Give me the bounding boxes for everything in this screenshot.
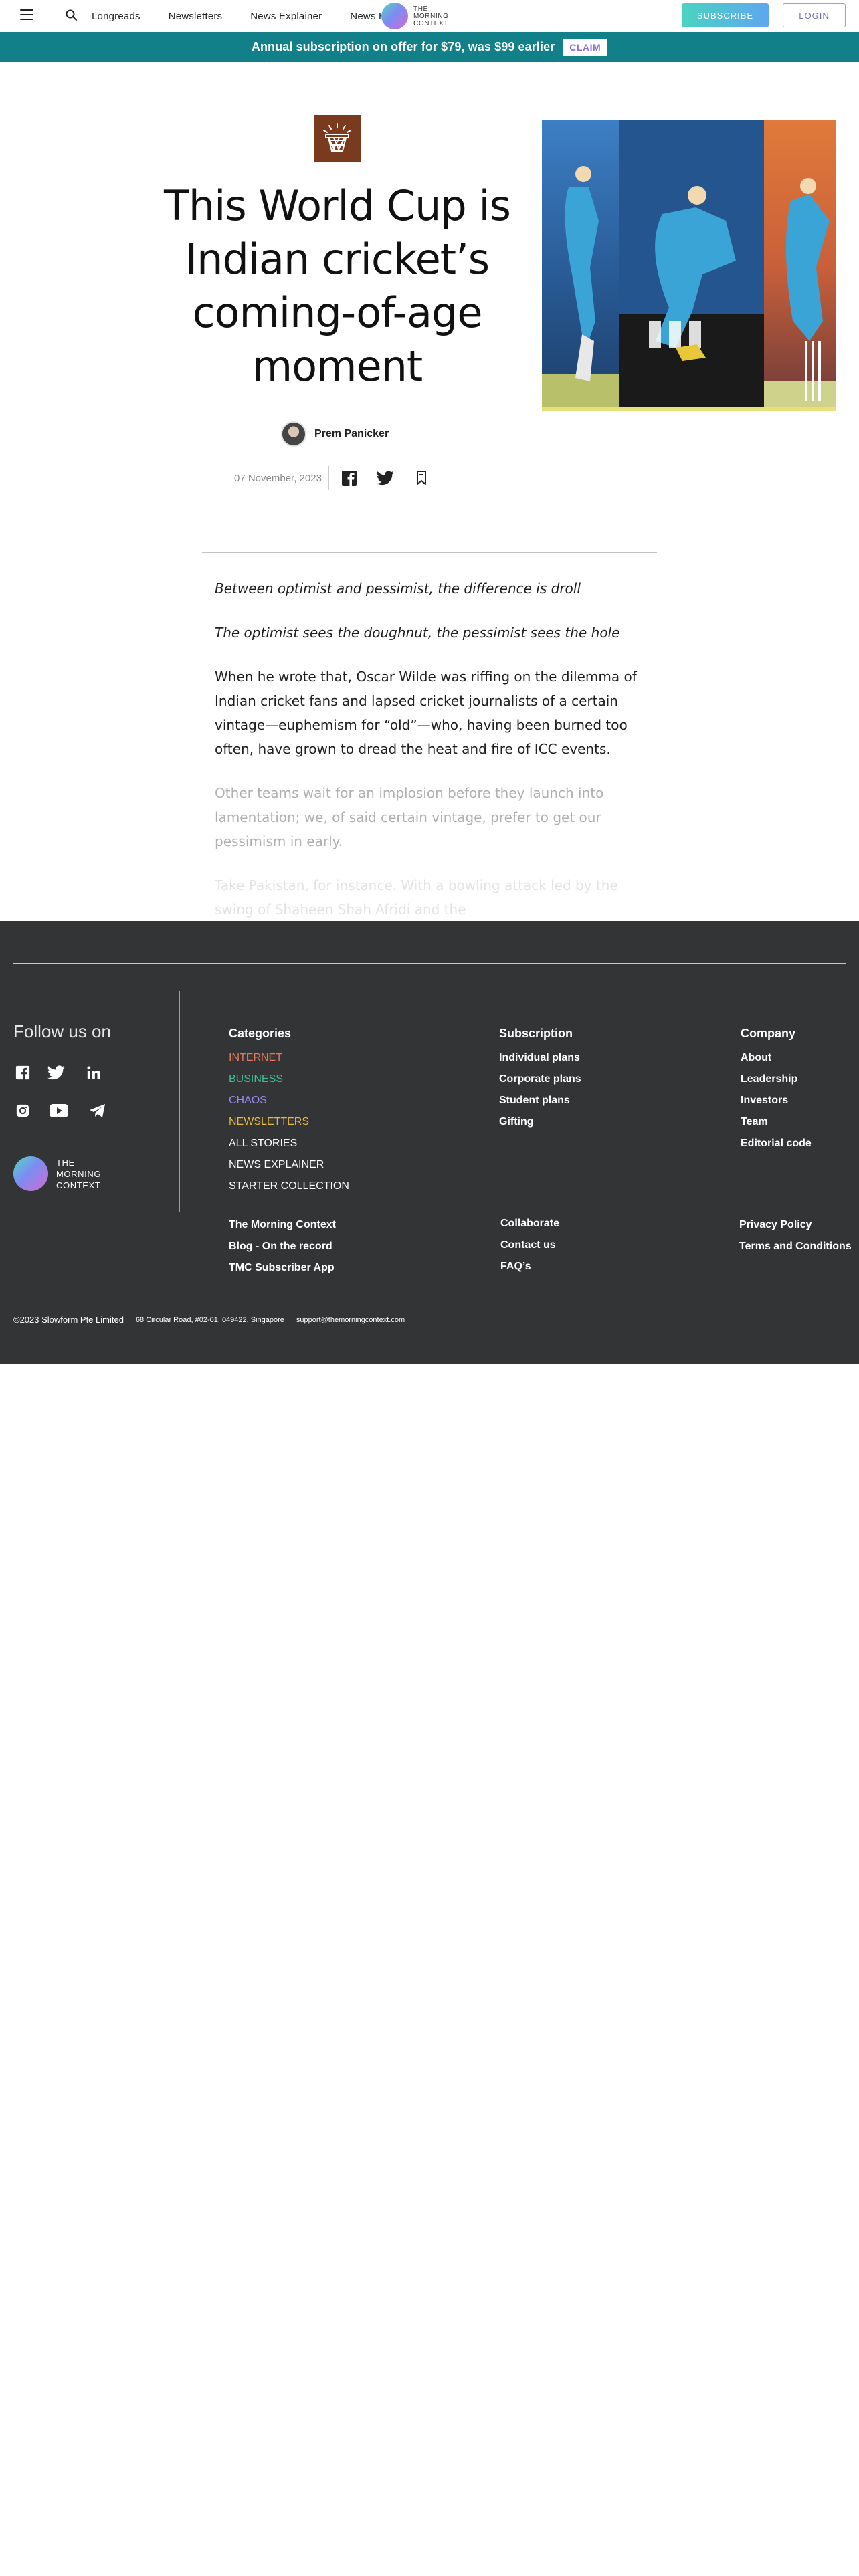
footer-link-about[interactable]: About xyxy=(741,1047,812,1069)
article-body: Between optimist and pessimist, the diff… xyxy=(215,576,650,942)
promo-text: Annual subscription on offer for $79, wa… xyxy=(251,40,555,53)
twitter-icon[interactable] xyxy=(47,1063,66,1082)
share-bar xyxy=(340,469,448,488)
login-button[interactable]: LOGIN xyxy=(783,3,846,27)
footer-category-link[interactable]: STARTER COLLECTION xyxy=(229,1176,349,1197)
article-paragraph: The optimist sees the doughnut, the pess… xyxy=(215,625,620,641)
footer-copyright-row: ©2023 Slowform Pte Limited 68 Circular R… xyxy=(13,1315,417,1325)
logo-orb-icon xyxy=(13,1156,48,1191)
top-navbar: Longreads Newsletters News Explainer New… xyxy=(0,0,859,32)
nav-news-explainer[interactable]: News Explainer xyxy=(250,11,322,22)
menu-icon[interactable] xyxy=(20,9,33,20)
address-text: 68 Circular Road, #02-01, 049422, Singap… xyxy=(135,1315,284,1324)
footer-link-blog[interactable]: Blog - On the record xyxy=(229,1236,336,1257)
logo-wordmark: THE MORNING CONTEXT xyxy=(413,5,449,27)
claim-button[interactable]: CLAIM xyxy=(563,38,608,56)
nav-newsletters[interactable]: Newsletters xyxy=(169,11,223,22)
footer-link-editorial-code[interactable]: Editorial code xyxy=(741,1133,812,1154)
footer-link-team[interactable]: Team xyxy=(741,1111,812,1133)
promo-banner: Annual subscription on offer for $79, wa… xyxy=(0,32,859,62)
divider xyxy=(179,991,180,1212)
footer-category-link[interactable]: ALL STORIES xyxy=(229,1133,349,1154)
linkedin-icon[interactable] xyxy=(84,1063,103,1082)
twitter-icon[interactable] xyxy=(376,469,395,488)
article-meta: 07 November, 2023 xyxy=(234,466,448,490)
footer-logo[interactable]: THE MORNING CONTEXT xyxy=(13,1156,101,1191)
footer-categories: Categories INTERNET BUSINESS CHAOS NEWSLETT… xyxy=(229,1027,349,1197)
article-paragraph: Take Pakistan, for instance. With a bowl… xyxy=(215,877,618,918)
footer-heading: Subscription xyxy=(499,1027,573,1040)
footer-link-individual-plans[interactable]: Individual plans xyxy=(499,1047,581,1069)
divider xyxy=(13,963,846,964)
search-icon[interactable] xyxy=(65,9,78,22)
footer-link-collaborate[interactable]: Collaborate xyxy=(500,1213,559,1235)
footer-category-link[interactable]: CHAOS xyxy=(229,1090,349,1111)
author-name[interactable]: Prem Panicker xyxy=(314,428,389,440)
instagram-icon[interactable] xyxy=(13,1101,32,1120)
footer-heading: Company xyxy=(741,1027,796,1040)
article-paragraph: When he wrote that, Oscar Wilde was riff… xyxy=(215,669,637,757)
subscribe-button[interactable]: SUBSCRIBE xyxy=(682,3,769,27)
site-logo[interactable]: THE MORNING CONTEXT xyxy=(381,1,468,31)
article-headline: This World Cup is Indian cricket’s comin… xyxy=(164,181,511,391)
author-byline[interactable]: Prem Panicker xyxy=(281,421,389,447)
basketball-hoop-icon xyxy=(314,115,361,162)
article-paragraph: Other teams wait for an implosion before… xyxy=(215,785,604,849)
facebook-icon[interactable] xyxy=(340,469,359,488)
footer-heading: Categories xyxy=(229,1027,292,1040)
follow-heading: Follow us on xyxy=(13,1021,111,1041)
logo-orb-icon xyxy=(381,3,408,29)
main-nav: Longreads Newsletters News Explainer New… xyxy=(92,0,413,32)
footer-link-gifting[interactable]: Gifting xyxy=(499,1111,581,1133)
footer-company: Company About Leadership Investors Team … xyxy=(741,1027,812,1154)
facebook-icon[interactable] xyxy=(13,1063,32,1082)
hero-image xyxy=(542,120,836,411)
footer-category-link[interactable]: BUSINESS xyxy=(229,1069,349,1090)
avatar xyxy=(281,421,306,447)
footer-link-investors[interactable]: Investors xyxy=(741,1090,812,1111)
support-email-link[interactable]: support@themorningcontext.com xyxy=(296,1316,405,1324)
category-list: INTERNET BUSINESS CHAOS NEWSLETTERS ALL STOR… xyxy=(229,1047,349,1197)
logo-wordmark: THE MORNING CONTEXT xyxy=(56,1157,102,1190)
footer-company-extra: Privacy Policy Terms and Conditions xyxy=(739,1214,852,1257)
footer-link-terms[interactable]: Terms and Conditions xyxy=(739,1236,852,1257)
article-paragraph: Between optimist and pessimist, the diff… xyxy=(215,580,581,597)
footer-category-link[interactable]: NEWS EXPLAINER xyxy=(229,1154,349,1176)
footer-link-corporate-plans[interactable]: Corporate plans xyxy=(499,1069,581,1090)
youtube-icon[interactable] xyxy=(50,1101,68,1120)
footer-link-subscriber-app[interactable]: TMC Subscriber App xyxy=(229,1257,336,1279)
footer-category-link[interactable]: NEWSLETTERS xyxy=(229,1111,349,1133)
bookmark-icon[interactable] xyxy=(412,469,431,488)
footer-link-privacy-policy[interactable]: Privacy Policy xyxy=(739,1214,852,1236)
publish-date: 07 November, 2023 xyxy=(234,466,329,490)
divider xyxy=(202,552,657,553)
footer-categories-extra: The Morning Context Blog - On the record… xyxy=(229,1214,336,1279)
nav-longreads[interactable]: Longreads xyxy=(92,11,140,22)
site-footer: Follow us on THE MORNING CONTEXT Categor… xyxy=(0,921,859,1364)
nav-news-e[interactable]: News E xyxy=(350,11,385,22)
copyright-text: ©2023 Slowform Pte Limited xyxy=(13,1315,124,1325)
telegram-icon[interactable] xyxy=(88,1101,107,1120)
footer-subscription-extra: Collaborate Contact us FAQ’s xyxy=(500,1213,559,1277)
footer-category-link[interactable]: INTERNET xyxy=(229,1047,349,1069)
footer-link-faqs[interactable]: FAQ’s xyxy=(500,1256,559,1277)
footer-link-contact-us[interactable]: Contact us xyxy=(500,1235,559,1256)
footer-subscription: Subscription Individual plans Corporate … xyxy=(499,1027,581,1133)
footer-link-the-morning-context[interactable]: The Morning Context xyxy=(229,1214,336,1236)
footer-link-leadership[interactable]: Leadership xyxy=(741,1069,812,1090)
footer-link-student-plans[interactable]: Student plans xyxy=(499,1090,581,1111)
